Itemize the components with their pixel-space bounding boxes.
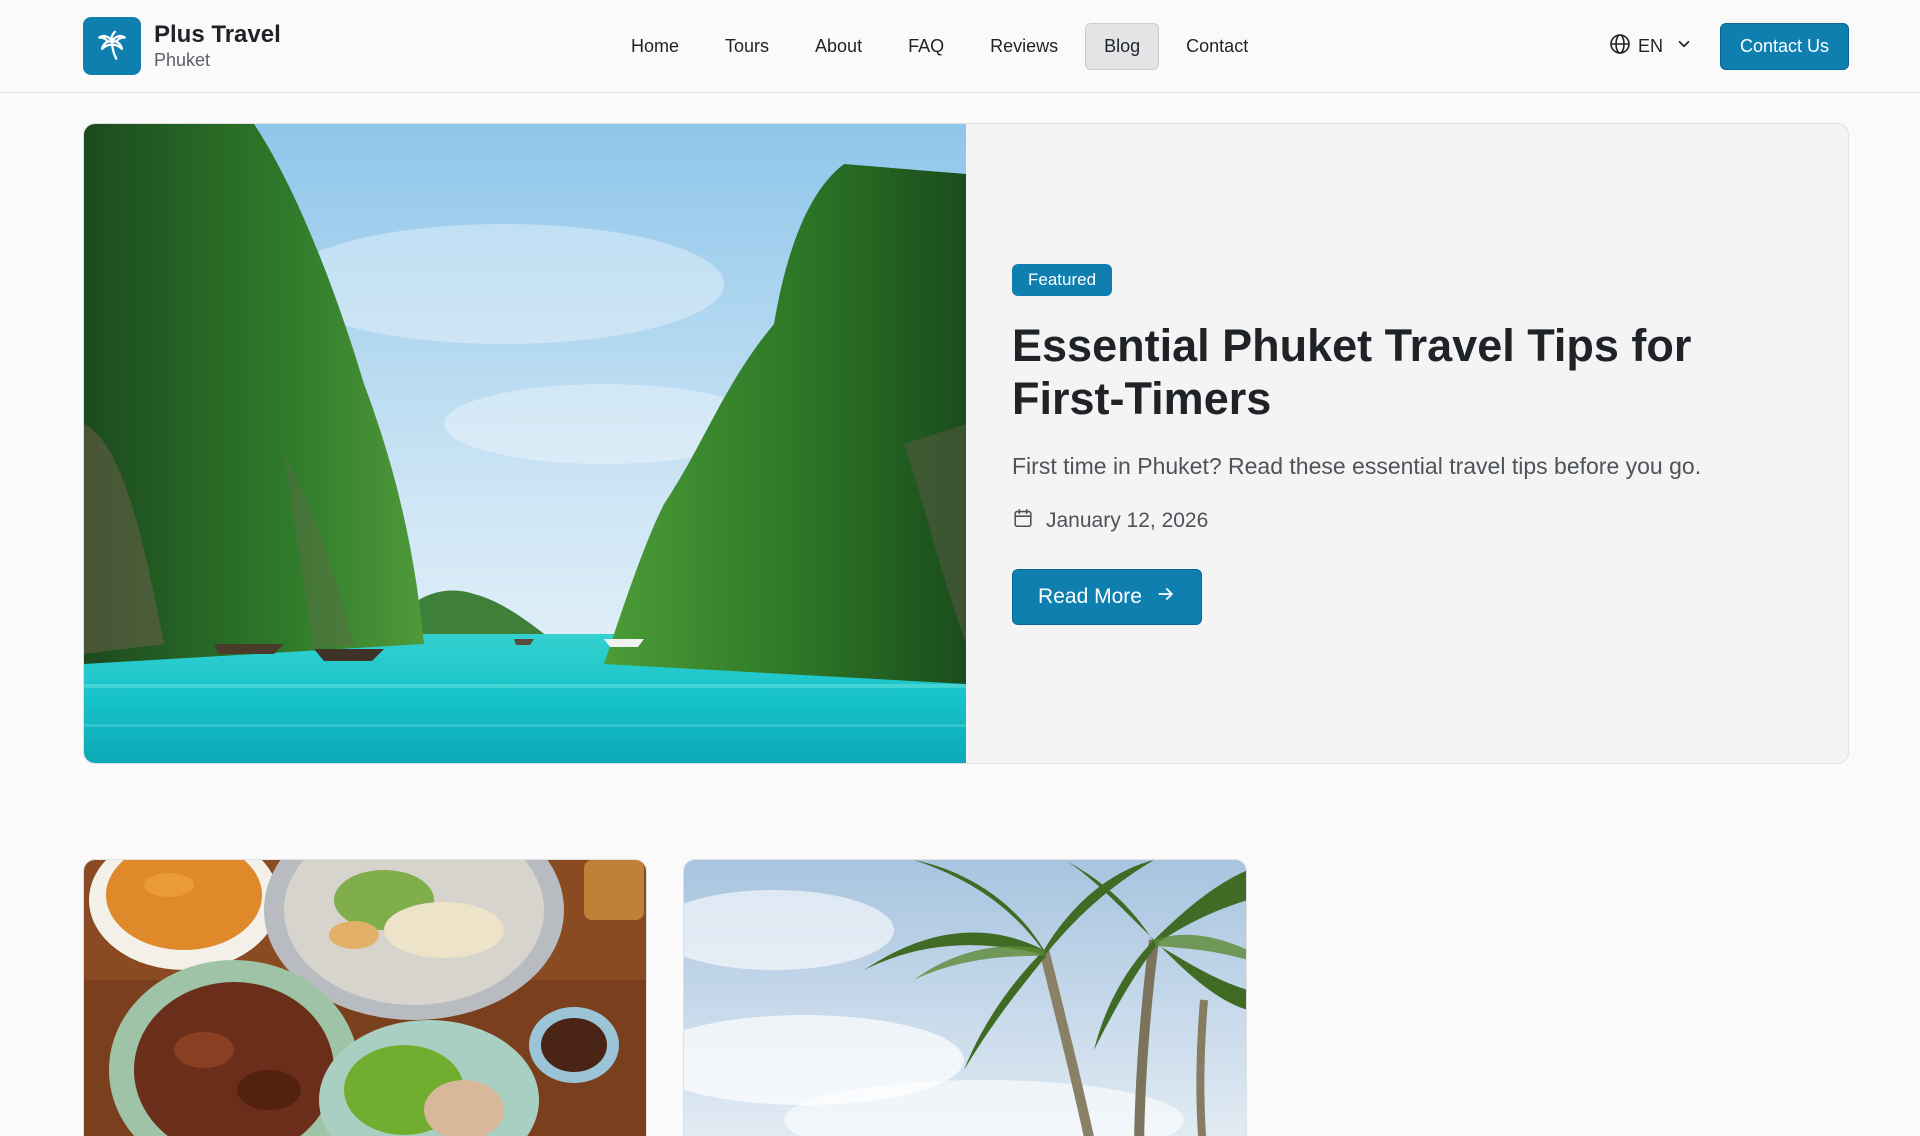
language-selector[interactable]: EN: [1608, 23, 1693, 70]
post-card-image-palms[interactable]: [684, 860, 1246, 1136]
main-nav: Home Tours About FAQ Reviews Blog Contac…: [612, 23, 1267, 70]
nav-item-reviews[interactable]: Reviews: [971, 23, 1077, 70]
nav-item-tours[interactable]: Tours: [706, 23, 788, 70]
featured-badge: Featured: [1012, 264, 1113, 296]
featured-post-date: January 12, 2026: [1012, 506, 1208, 536]
globe-icon: [1608, 32, 1632, 61]
brand-location: Phuket: [154, 50, 211, 70]
featured-post-image[interactable]: [84, 124, 966, 763]
brand-text: Plus Travel Phuket: [154, 21, 281, 71]
site-header: Plus Travel Phuket Home Tours About FAQ …: [0, 0, 1920, 93]
contact-us-button[interactable]: Contact Us: [1720, 23, 1849, 70]
nav-item-about[interactable]: About: [796, 23, 881, 70]
read-more-label: Read More: [1038, 585, 1142, 608]
language-code: EN: [1638, 36, 1664, 56]
palm-tree-icon: [83, 17, 141, 75]
featured-post-excerpt: First time in Phuket? Read these essenti…: [1012, 453, 1702, 479]
brand-logo-link[interactable]: Plus Travel Phuket: [83, 17, 281, 75]
nav-item-contact[interactable]: Contact: [1167, 23, 1267, 70]
read-more-button[interactable]: Read More: [1012, 569, 1202, 625]
post-card[interactable]: [683, 859, 1247, 1136]
post-card[interactable]: [83, 859, 647, 1136]
featured-post-card: Featured Essential Phuket Travel Tips fo…: [83, 123, 1849, 764]
chevron-down-icon: [1675, 35, 1693, 58]
arrow-right-icon: [1156, 584, 1176, 610]
nav-item-faq[interactable]: FAQ: [889, 23, 963, 70]
brand-name: Plus Travel: [154, 21, 281, 48]
featured-post-date-text: January 12, 2026: [1046, 509, 1209, 532]
featured-post-content: Featured Essential Phuket Travel Tips fo…: [966, 124, 1848, 763]
nav-item-home[interactable]: Home: [612, 23, 698, 70]
post-card-image-food[interactable]: [84, 860, 646, 1136]
featured-post-title[interactable]: Essential Phuket Travel Tips for First-T…: [1012, 319, 1772, 425]
calendar-icon: [1012, 507, 1034, 535]
nav-item-blog[interactable]: Blog: [1085, 23, 1160, 70]
